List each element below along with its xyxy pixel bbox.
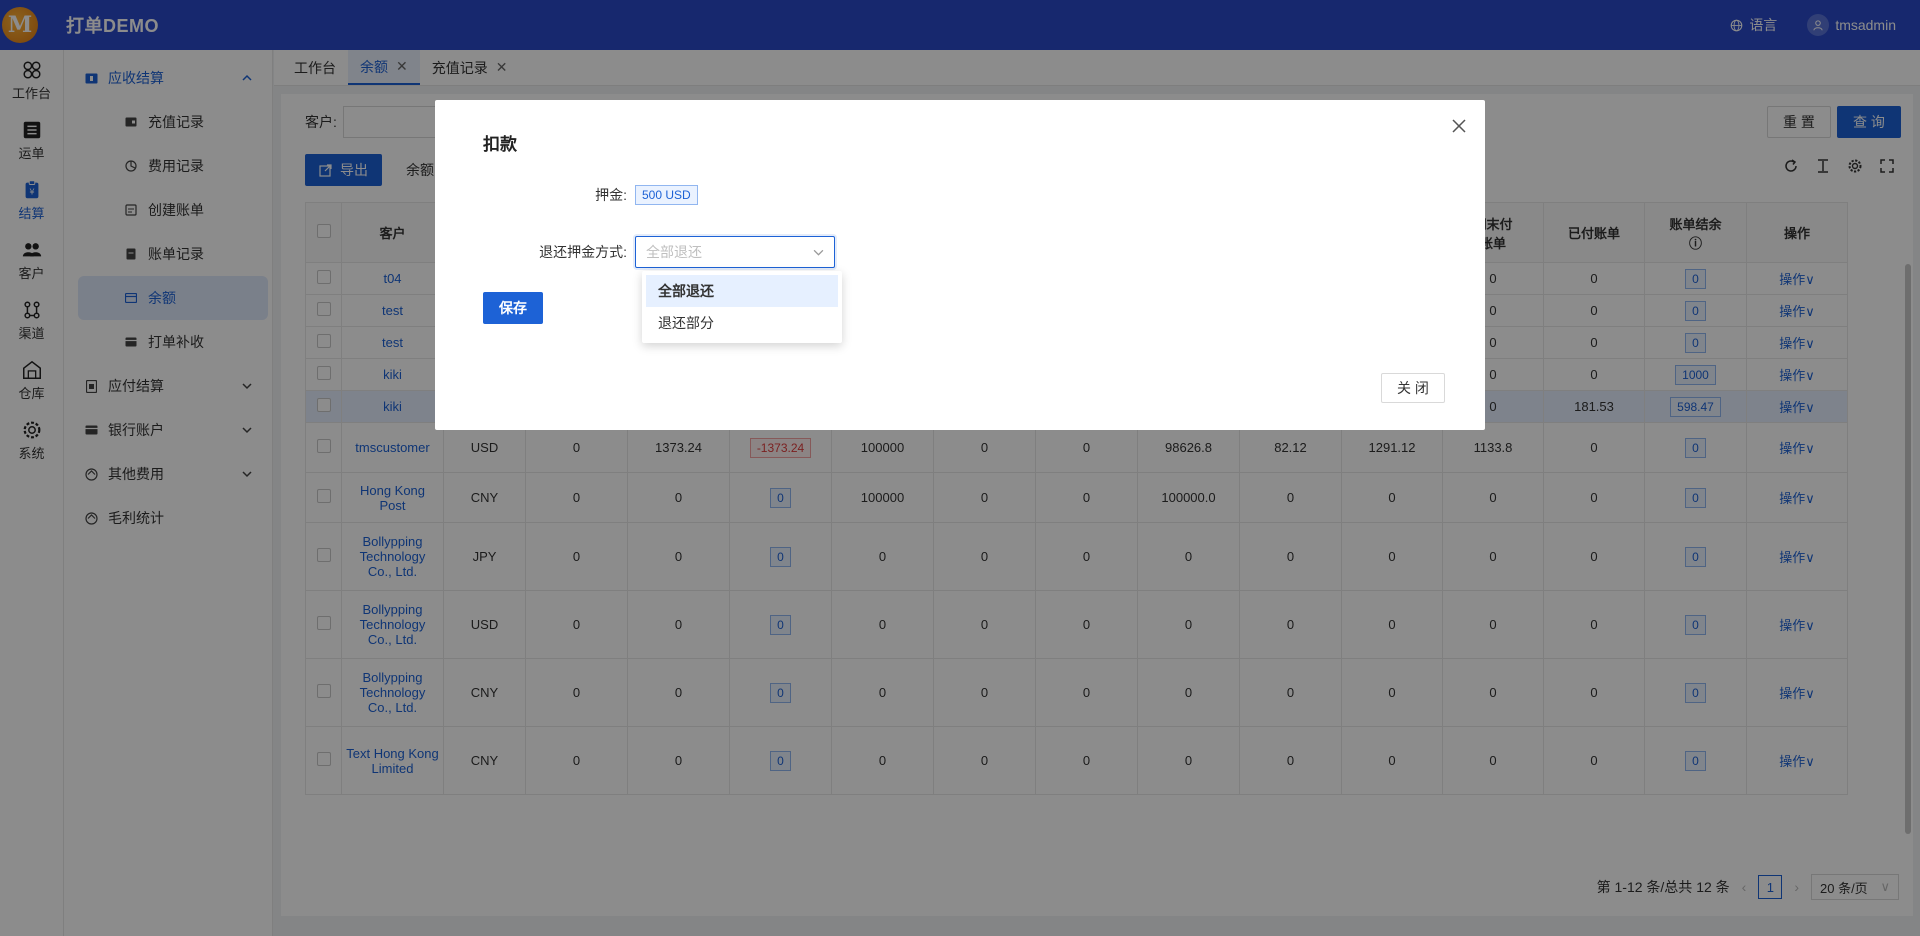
refund-method-row: 退还押金方式: 全部退还 — [435, 236, 835, 268]
close-button[interactable]: 关 闭 — [1381, 373, 1445, 403]
deposit-label: 押金: — [595, 187, 627, 203]
refund-method-dropdown: 全部退还 退还部分 — [642, 271, 842, 343]
option-partial-refund[interactable]: 退还部分 — [646, 307, 838, 339]
save-button[interactable]: 保存 — [483, 292, 543, 324]
deduction-modal: 扣款 押金: 500 USD 退还押金方式: 全部退还 保存 关 闭 — [435, 100, 1485, 430]
option-full-refund[interactable]: 全部退还 — [646, 275, 838, 307]
deposit-row: 押金: 500 USD — [435, 185, 698, 205]
refund-method-select[interactable]: 全部退还 — [635, 236, 835, 268]
modal-title: 扣款 — [483, 135, 517, 154]
chevron-down-icon — [813, 249, 824, 256]
refund-method-label: 退还押金方式: — [539, 244, 627, 260]
deposit-value: 500 USD — [635, 185, 698, 205]
refund-method-placeholder: 全部退还 — [646, 244, 702, 260]
close-icon[interactable] — [1451, 118, 1467, 134]
